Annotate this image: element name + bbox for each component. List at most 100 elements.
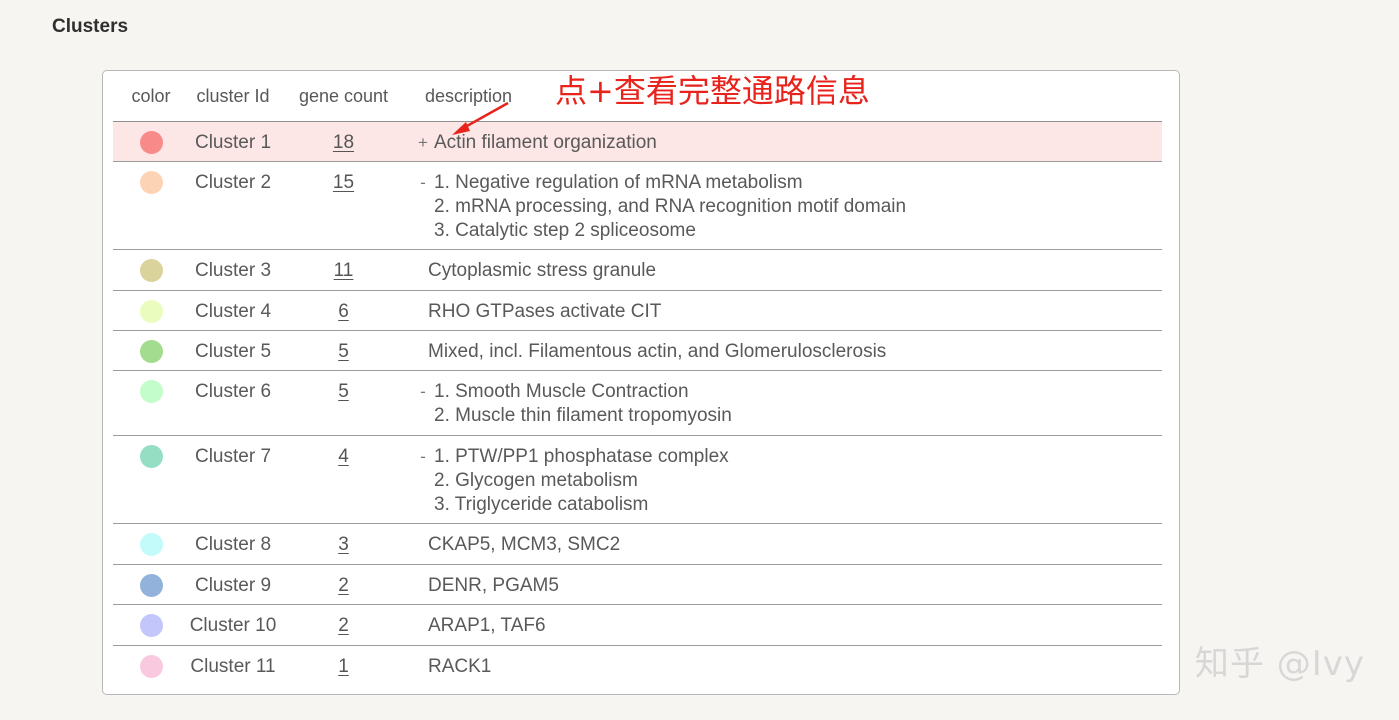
- table-row: Cluster 3 11 Cytoplasmic stress granule: [113, 250, 1162, 291]
- table-row: Cluster 5 5 Mixed, incl. Filamentous actin…: [113, 331, 1162, 371]
- gene-count-link[interactable]: 6: [338, 301, 349, 322]
- cell-gene-count: 1: [277, 646, 410, 679]
- cell-color: [113, 331, 189, 364]
- cell-description: CKAP5, MCM3, SMC2: [410, 524, 1162, 557]
- cluster-color-dot: [139, 171, 163, 194]
- cell-cluster-id: Cluster 9: [194, 575, 272, 596]
- annotation-arrow-icon: [452, 101, 509, 135]
- description-line: 3. Triglyceride catabolism: [434, 494, 649, 515]
- table-row: Cluster 4 6 RHO GTPases activate CIT: [113, 291, 1162, 331]
- table-row: Cluster 10 2 ARAP1, TAF6: [113, 605, 1162, 646]
- description-line: 1. Negative regulation of mRNA metabolis…: [434, 172, 803, 193]
- description-line: RHO GTPases activate CIT: [428, 301, 662, 322]
- description-lines: Cytoplasmic stress granule: [428, 259, 656, 283]
- cell-cluster-id: Cluster 6: [194, 381, 272, 402]
- cell-cluster-id: Cluster 8: [194, 534, 272, 555]
- description-line: 2. Muscle thin filament tropomyosin: [434, 405, 732, 426]
- cell-description: Cytoplasmic stress granule: [410, 250, 1162, 283]
- cell-description: RACK1: [410, 646, 1162, 679]
- gene-count-link[interactable]: 2: [338, 615, 349, 636]
- cell-description: RHO GTPases activate CIT: [410, 291, 1162, 324]
- cluster-color-dot: [139, 614, 163, 637]
- cell-color: [113, 436, 189, 469]
- cell-color: [113, 371, 189, 404]
- table-row: Cluster 11 1 RACK1: [113, 646, 1162, 686]
- cell-description: Mixed, incl. Filamentous actin, and Glom…: [410, 331, 1162, 364]
- gene-count-link[interactable]: 5: [338, 381, 349, 402]
- cell-color: [113, 524, 189, 557]
- gene-count-link[interactable]: 1: [338, 656, 349, 677]
- description-lines: Mixed, incl. Filamentous actin, and Glom…: [428, 340, 886, 364]
- cell-color: [113, 605, 189, 638]
- cell-description: ARAP1, TAF6: [410, 605, 1162, 638]
- description-lines: ARAP1, TAF6: [428, 614, 546, 638]
- cell-color: [113, 122, 189, 155]
- cluster-color-dot: [139, 655, 163, 678]
- cell-description: DENR, PGAM5: [410, 565, 1162, 598]
- collapse-toggle[interactable]: -: [412, 171, 434, 195]
- cell-cluster-id: Cluster 3: [194, 260, 272, 281]
- table-row: Cluster 9 2 DENR, PGAM5: [113, 565, 1162, 605]
- cell-gene-count: 2: [277, 565, 410, 598]
- cell-gene-count: 5: [277, 331, 410, 364]
- cell-description: -1. Negative regulation of mRNA metaboli…: [410, 162, 1162, 243]
- cell-cluster-id: Cluster 10: [189, 615, 277, 636]
- description-line: Mixed, incl. Filamentous actin, and Glom…: [428, 341, 887, 362]
- cell-color: [113, 565, 189, 598]
- collapse-toggle[interactable]: -: [412, 445, 434, 469]
- description-lines: RACK1: [428, 655, 491, 679]
- watermark: 知乎 @Ivy: [1194, 644, 1365, 684]
- cell-color: [113, 646, 189, 679]
- description-line: 1. PTW/PP1 phosphatase complex: [434, 446, 729, 467]
- cell-description: + Actin filament organization: [410, 122, 1162, 155]
- cell-gene-count: 3: [277, 524, 410, 557]
- cluster-color-dot: [139, 340, 163, 363]
- table-row: Cluster 1 18 + Actin filament organization: [113, 122, 1162, 162]
- cell-gene-count: 15: [277, 162, 410, 195]
- description-lines: RHO GTPases activate CIT: [428, 300, 661, 324]
- cell-gene-count: 5: [277, 371, 410, 404]
- header-cluster-id: cluster Id: [196, 85, 270, 106]
- gene-count-link[interactable]: 3: [338, 534, 349, 555]
- annotation-note: 点+查看完整通路信息: [555, 72, 870, 110]
- header-color: color: [131, 85, 171, 106]
- cluster-color-dot: [139, 533, 163, 556]
- description-lines: 1. PTW/PP1 phosphatase complex 2. Glycoge…: [434, 445, 729, 517]
- gene-count-link[interactable]: 11: [334, 260, 354, 281]
- description-line: DENR, PGAM5: [428, 575, 559, 596]
- section-title: Clusters: [52, 16, 129, 37]
- cell-color: [113, 162, 189, 195]
- gene-count-link[interactable]: 5: [338, 341, 349, 362]
- cell-cluster-id: Cluster 5: [194, 341, 272, 362]
- description-line: 2. mRNA processing, and RNA recognition …: [434, 196, 907, 217]
- cell-color: [113, 250, 189, 283]
- description-line: CKAP5, MCM3, SMC2: [428, 534, 621, 555]
- cell-cluster-id: Cluster 1: [194, 132, 272, 153]
- cluster-color-dot: [139, 445, 163, 468]
- header-gene-count: gene count: [298, 85, 389, 106]
- description-line: 2. Glycogen metabolism: [434, 470, 638, 491]
- collapse-toggle[interactable]: -: [412, 380, 434, 404]
- description-lines: DENR, PGAM5: [428, 574, 559, 598]
- gene-count-link[interactable]: 4: [338, 446, 349, 467]
- cell-gene-count: 11: [277, 250, 410, 283]
- table-row: Cluster 2 15 -1. Negative regulation of mR…: [113, 162, 1162, 250]
- cell-color: [113, 291, 189, 324]
- expand-toggle[interactable]: +: [412, 131, 434, 155]
- gene-count-link[interactable]: 15: [333, 172, 354, 193]
- cell-description: -1. Smooth Muscle Contraction 2. Muscle t…: [410, 371, 1162, 428]
- cluster-color-dot: [139, 300, 163, 323]
- description-lines: 1. Smooth Muscle Contraction 2. Muscle th…: [434, 380, 732, 428]
- gene-count-link[interactable]: 2: [338, 575, 349, 596]
- cluster-color-dot: [139, 259, 163, 282]
- cell-gene-count: 18: [277, 122, 410, 155]
- cluster-color-dot: [139, 574, 163, 597]
- table-row: Cluster 8 3 CKAP5, MCM3, SMC2: [113, 524, 1162, 565]
- table-body: Cluster 1 18 + Actin filament organization C…: [113, 122, 1162, 686]
- cell-description: -1. PTW/PP1 phosphatase complex 2. Glycog…: [410, 436, 1162, 517]
- gene-count-link[interactable]: 18: [333, 132, 354, 153]
- description-lines: CKAP5, MCM3, SMC2: [428, 533, 620, 557]
- description-line: ARAP1, TAF6: [428, 615, 546, 636]
- cell-cluster-id: Cluster 4: [194, 301, 272, 322]
- description-line: RACK1: [428, 656, 492, 677]
